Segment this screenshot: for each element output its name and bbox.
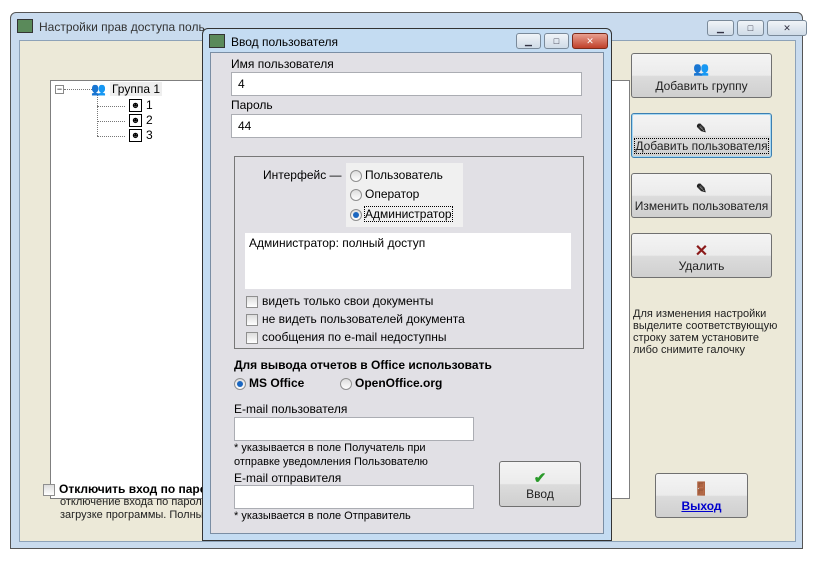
user-entry-dialog: Ввод пользователя ▁ □ ✕ Имя пользователя…	[202, 28, 612, 541]
checkbox-own-documents[interactable]: видеть только свои документы	[246, 294, 433, 308]
password-label: Пароль	[231, 98, 273, 112]
edit-user-button[interactable]: ✎ Изменить пользователя	[631, 173, 772, 218]
email-sender-note: * указывается в поле Отправитель	[234, 510, 411, 522]
user-edit-icon: ✎	[696, 181, 707, 196]
email-sender-label: E-mail отправителя	[234, 471, 342, 485]
email-user-input[interactable]	[234, 417, 474, 441]
dialog-maximize-button[interactable]: □	[544, 33, 569, 49]
user-icon: ☻	[129, 98, 142, 112]
password-input[interactable]: 44	[231, 114, 582, 138]
window-title: Настройки прав доступа поль	[39, 20, 205, 34]
tree-user-node[interactable]: ☻ 2	[129, 113, 153, 127]
add-user-button[interactable]: ✎ Добавить пользователя	[631, 113, 772, 158]
app-icon	[17, 19, 33, 33]
email-sender-input[interactable]	[234, 485, 474, 509]
user-icon: ☻	[129, 128, 142, 142]
group-icon: 👥	[693, 61, 710, 76]
radio-ms-office[interactable]: MS Office	[234, 376, 304, 390]
username-label: Имя пользователя	[231, 57, 334, 71]
app-icon	[209, 34, 225, 48]
username-input[interactable]: 4	[231, 72, 582, 96]
email-user-label: E-mail пользователя	[234, 402, 348, 416]
interface-radio-group: Пользователь Оператор Администратор	[346, 163, 463, 227]
disable-login-description: отключение входа по паролю загрузке прогр…	[60, 496, 211, 521]
delete-button[interactable]: ✕ Удалить	[631, 233, 772, 278]
collapse-icon[interactable]: −	[55, 85, 64, 94]
group-icon: 👥	[91, 82, 106, 96]
radio-user[interactable]: Пользователь	[350, 168, 443, 182]
dialog-minimize-button[interactable]: ▁	[516, 33, 541, 49]
exit-door-icon: 🚪	[693, 481, 710, 496]
exit-button[interactable]: 🚪 Выход	[655, 473, 748, 518]
radio-administrator[interactable]: Администратор	[350, 206, 453, 222]
maximize-button[interactable]: □	[737, 20, 764, 36]
checkmark-icon: ✔	[533, 470, 547, 487]
tree-user-node[interactable]: ☻ 1	[129, 98, 153, 112]
email-user-note: * указывается в поле Получатель при	[234, 442, 426, 454]
minimize-button[interactable]: ▁	[707, 20, 734, 36]
dialog-client: Имя пользователя 4 Пароль 44 Интерфейс —…	[210, 52, 604, 534]
add-group-button[interactable]: 👥 Добавить группу	[631, 53, 772, 98]
email-user-note: отправке уведомления Пользователю	[234, 456, 428, 468]
radio-openoffice[interactable]: OpenOffice.org	[340, 376, 442, 390]
interface-label: Интерфейс —	[263, 168, 342, 182]
role-description: Администратор: полный доступ	[245, 233, 571, 289]
dialog-title: Ввод пользователя	[231, 35, 338, 49]
checkbox-hide-users[interactable]: не видеть пользователей документа	[246, 312, 465, 326]
user-edit-icon: ✎	[696, 121, 707, 136]
disable-login-checkbox[interactable]: Отключить вход по паро	[43, 482, 207, 496]
delete-x-icon: ✕	[694, 243, 709, 260]
user-icon: ☻	[129, 113, 142, 127]
close-button[interactable]: ✕	[767, 20, 807, 36]
hint-text: Для изменения настройки выделите соответс…	[633, 308, 778, 356]
office-label: Для вывода отчетов в Office использовать	[234, 358, 492, 372]
tree-user-node[interactable]: ☻ 3	[129, 128, 153, 142]
tree-group-node[interactable]: 👥 Группа 1	[91, 82, 162, 96]
enter-button[interactable]: ✔ Ввод	[499, 461, 581, 507]
radio-operator[interactable]: Оператор	[350, 187, 419, 201]
checkbox-email-disabled[interactable]: сообщения по e-mail недоступны	[246, 330, 447, 344]
interface-group: Интерфейс — Пользователь Оператор Админи…	[234, 156, 584, 349]
dialog-close-button[interactable]: ✕	[572, 33, 608, 49]
